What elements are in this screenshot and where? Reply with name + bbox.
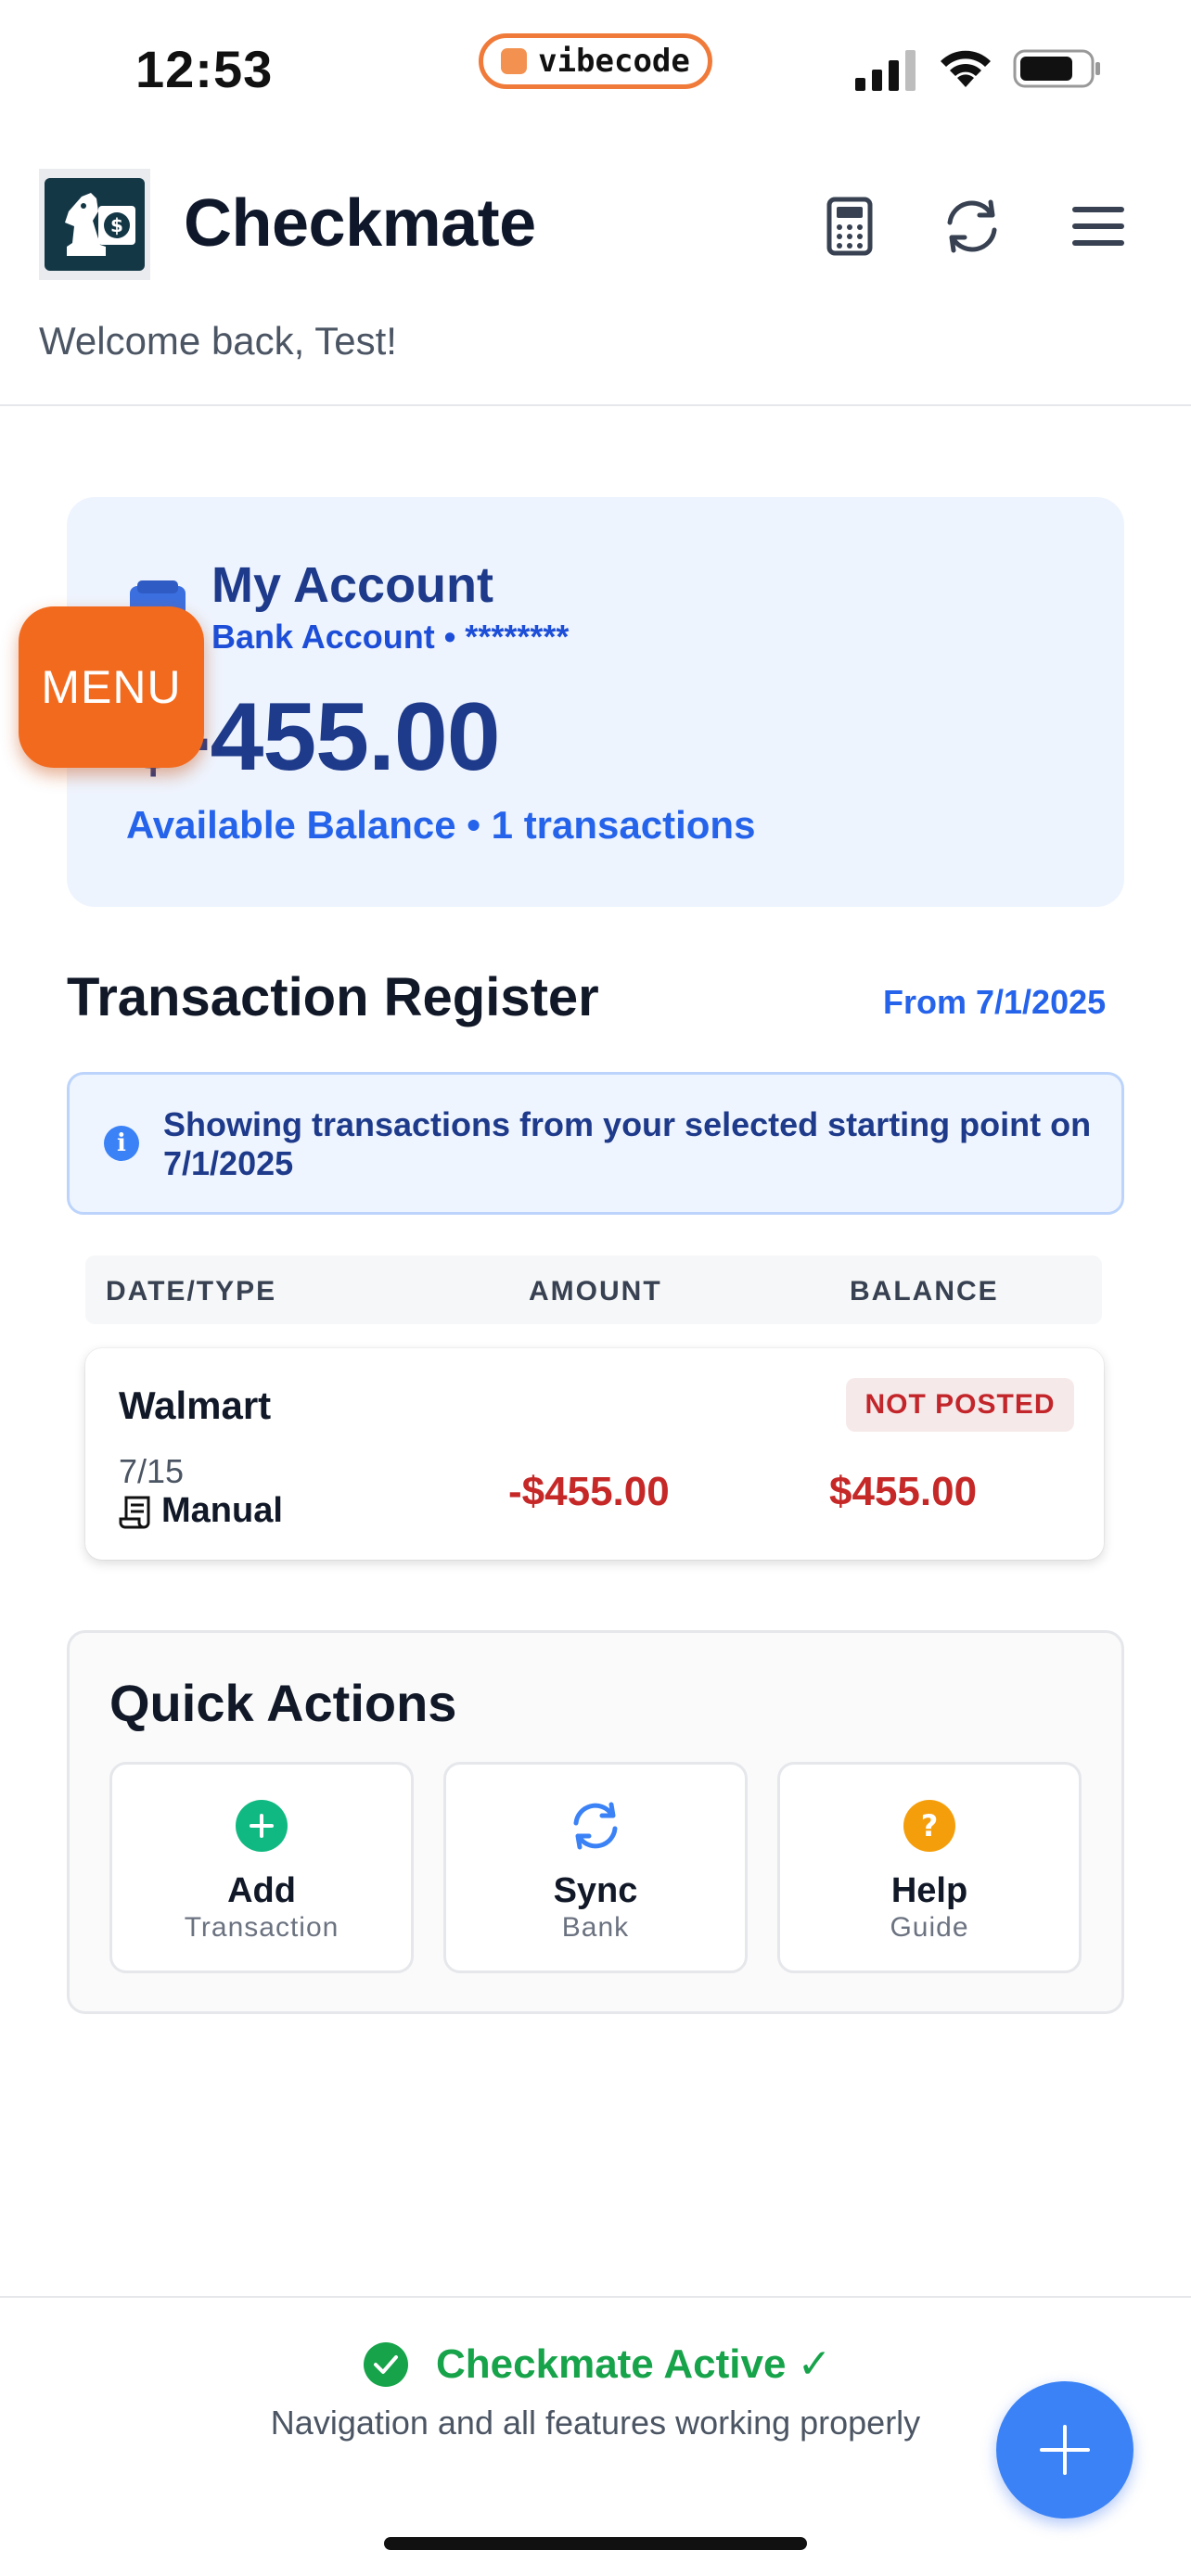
vibecode-label: vibecode — [538, 43, 690, 80]
sync-bank-sublabel: Bank — [561, 1912, 630, 1943]
transaction-running-balance: $455.00 — [829, 1469, 978, 1514]
help-guide-sublabel: Guide — [890, 1912, 969, 1943]
info-banner-text: Showing transactions from your selected … — [163, 1105, 1092, 1182]
column-header-balance: BALANCE — [850, 1276, 999, 1307]
plus-icon — [1040, 2425, 1090, 2475]
footer-divider — [0, 2296, 1191, 2298]
floating-menu-button[interactable]: MENU — [19, 606, 204, 768]
register-title: Transaction Register — [67, 967, 599, 1027]
hamburger-menu-button[interactable] — [1063, 191, 1133, 261]
sync-icon — [573, 1802, 618, 1850]
transaction-type: Manual — [161, 1491, 283, 1530]
plus-circle-icon — [236, 1800, 288, 1852]
welcome-message: Welcome back, Test! — [39, 319, 397, 363]
cellular-signal-icon — [855, 50, 916, 91]
sync-bank-label: Sync — [553, 1871, 638, 1910]
add-fab-button[interactable] — [996, 2381, 1133, 2519]
available-balance-summary: Available Balance • 1 transactions — [126, 803, 756, 847]
refresh-icon — [947, 199, 997, 253]
account-subtitle: Bank Account • ******** — [211, 618, 570, 656]
knight-dollar-logo-icon: $ — [45, 178, 145, 271]
hamburger-menu-icon — [1072, 207, 1124, 246]
app-status-label: Checkmate Active ✓ — [436, 2341, 832, 2387]
column-header-amount: AMOUNT — [529, 1276, 662, 1307]
transaction-amount: -$455.00 — [508, 1469, 670, 1514]
transaction-payee: Walmart — [119, 1384, 272, 1427]
refresh-button[interactable] — [937, 191, 1007, 261]
help-guide-label: Help — [890, 1871, 968, 1910]
battery-icon — [1013, 49, 1100, 88]
app-logo: $ — [39, 169, 150, 280]
register-start-date[interactable]: From 7/1/2025 — [883, 983, 1106, 1022]
check-circle-icon — [364, 2342, 408, 2387]
status-badge: NOT POSTED — [846, 1378, 1074, 1432]
vibecode-pill[interactable]: vibecode — [479, 33, 712, 89]
vibecode-logo-icon — [501, 48, 528, 74]
column-header-date-type: DATE/TYPE — [106, 1276, 277, 1307]
svg-text:?: ? — [921, 1808, 939, 1843]
info-icon: i — [104, 1126, 139, 1161]
wifi-icon — [941, 50, 991, 87]
app-title: Checkmate — [184, 186, 536, 261]
calculator-button[interactable] — [814, 191, 885, 261]
help-circle-icon: ? — [903, 1800, 955, 1852]
account-title: My Account — [211, 557, 494, 613]
add-transaction-label: Add — [227, 1871, 296, 1910]
status-time: 12:53 — [135, 40, 274, 98]
quick-actions-title: Quick Actions — [109, 1674, 457, 1732]
header-divider — [0, 404, 1191, 406]
receipt-icon — [119, 1496, 150, 1529]
svg-text:$: $ — [110, 214, 123, 236]
transaction-date: 7/15 — [119, 1452, 185, 1490]
add-transaction-sublabel: Transaction — [184, 1912, 339, 1943]
calculator-icon — [826, 197, 873, 256]
home-indicator[interactable] — [384, 2537, 807, 2550]
